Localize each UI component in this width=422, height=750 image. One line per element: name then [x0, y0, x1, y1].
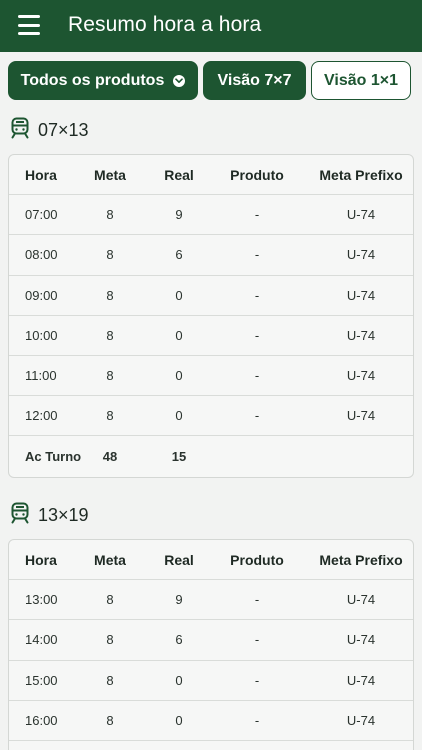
train-icon: [10, 502, 30, 529]
table-header-row: Hora Meta Real Produto Meta Prefixo: [9, 540, 413, 581]
cell-meta: 8: [106, 247, 114, 263]
cell-prefixo: U-74: [346, 207, 376, 223]
cell-hora: 07:00: [25, 207, 58, 223]
column-header-prefixo: Meta Prefixo: [319, 551, 403, 568]
cell-prefixo: U-74: [346, 327, 376, 343]
cell-produto: -: [254, 632, 260, 648]
cell-hora: 11:00: [25, 368, 57, 384]
cell-meta: 8: [106, 632, 114, 648]
column-header-meta: Meta: [94, 166, 126, 183]
table-row: 08:00 8 6 - U-74: [9, 235, 413, 276]
view-7x7-button[interactable]: Visão 7×7: [203, 61, 306, 100]
cell-prefixo: U-74: [346, 408, 376, 424]
column-header-prefixo: Meta Prefixo: [319, 166, 403, 183]
shift-total-row: Ac Turno 48 15: [9, 436, 413, 476]
cell-meta: 8: [106, 672, 114, 688]
cell-real: 0: [175, 327, 183, 343]
table-row: 15:00 8 0 - U-74: [9, 661, 413, 701]
cell-produto: -: [254, 207, 260, 223]
total-real: 15: [171, 448, 187, 464]
cell-prefixo: U-74: [346, 632, 376, 648]
table-row: 13:00 8 9 - U-74: [9, 580, 413, 621]
cell-hora: 09:00: [25, 287, 58, 303]
page-title: Resumo hora a hora: [68, 13, 262, 36]
cell-hora: 13:00: [25, 592, 58, 608]
cell-meta: 8: [106, 368, 114, 384]
shift-table-2: Hora Meta Real Produto Meta Prefixo 13:0…: [8, 539, 414, 750]
cell-prefixo: U-74: [346, 247, 376, 263]
view-1x1-button[interactable]: Visão 1×1: [311, 61, 411, 100]
total-label: Ac Turno: [25, 448, 82, 464]
column-header-real: Real: [164, 551, 194, 568]
column-header-hora: Hora: [25, 166, 57, 183]
table-row: 11:00 8 0 - U-74: [9, 356, 413, 397]
cell-produto: -: [254, 592, 260, 608]
column-header-produto: Produto: [230, 166, 284, 183]
table-row: 07:00 8 9 - U-74: [9, 195, 413, 236]
cell-hora: 14:00: [25, 632, 58, 648]
table-row: [9, 741, 413, 750]
cell-prefixo: U-74: [346, 672, 376, 688]
shift-header-1: 07×13: [10, 117, 89, 144]
table-row: 14:00 8 6 - U-74: [9, 620, 413, 661]
cell-real: 6: [175, 632, 183, 648]
column-header-meta: Meta: [94, 551, 126, 568]
shift-title: 07×13: [38, 119, 89, 140]
table-row: 09:00 8 0 - U-74: [9, 276, 413, 316]
cell-real: 0: [175, 408, 183, 424]
products-dropdown[interactable]: Todos os produtos: [8, 61, 198, 100]
app-header: Resumo hora a hora: [0, 0, 422, 52]
shift-table-1: Hora Meta Real Produto Meta Prefixo 07:0…: [8, 154, 414, 478]
cell-real: 6: [175, 247, 183, 263]
column-header-real: Real: [164, 166, 194, 183]
cell-real: 9: [175, 207, 183, 223]
train-icon: [10, 117, 30, 144]
table-row: 12:00 8 0 - U-74: [9, 396, 413, 437]
table-row: 10:00 8 0 - U-74: [9, 316, 413, 356]
cell-meta: 8: [106, 592, 114, 608]
cell-hora: 12:00: [25, 408, 58, 424]
cell-produto: -: [254, 327, 260, 343]
cell-hora: 15:00: [25, 672, 58, 688]
cell-prefixo: U-74: [346, 712, 376, 728]
table-row: 16:00 8 0 - U-74: [9, 701, 413, 741]
shift-title: 13×19: [38, 504, 89, 525]
column-header-hora: Hora: [25, 551, 57, 568]
cell-produto: -: [254, 247, 260, 263]
filter-bar: Todos os produtos Visão 7×7 Visão 1×1: [8, 61, 414, 100]
cell-prefixo: U-74: [346, 592, 376, 608]
cell-produto: -: [254, 287, 260, 303]
table-header-row: Hora Meta Real Produto Meta Prefixo: [9, 155, 413, 196]
cell-hora: 08:00: [25, 247, 58, 263]
total-meta: 48: [102, 448, 118, 464]
column-header-produto: Produto: [230, 551, 284, 568]
cell-produto: -: [254, 672, 260, 688]
cell-meta: 8: [106, 207, 114, 223]
cell-prefixo: U-74: [346, 368, 376, 384]
cell-real: 0: [175, 368, 183, 384]
cell-real: 0: [175, 287, 183, 303]
cell-meta: 8: [106, 712, 114, 728]
hamburger-menu-icon[interactable]: [18, 15, 40, 35]
cell-hora: 16:00: [25, 712, 58, 728]
cell-hora: 10:00: [25, 327, 58, 343]
cell-meta: 8: [106, 327, 114, 343]
cell-meta: 8: [106, 408, 114, 424]
cell-produto: -: [254, 408, 260, 424]
products-dropdown-label: Todos os produtos: [20, 71, 165, 89]
cell-produto: -: [254, 712, 260, 728]
shift-header-2: 13×19: [10, 502, 89, 529]
cell-produto: -: [254, 368, 260, 384]
cell-real: 0: [175, 672, 183, 688]
cell-prefixo: U-74: [346, 287, 376, 303]
chevron-down-circle-icon: [173, 74, 186, 87]
cell-real: 9: [175, 592, 183, 608]
cell-meta: 8: [106, 287, 114, 303]
cell-real: 0: [175, 712, 183, 728]
